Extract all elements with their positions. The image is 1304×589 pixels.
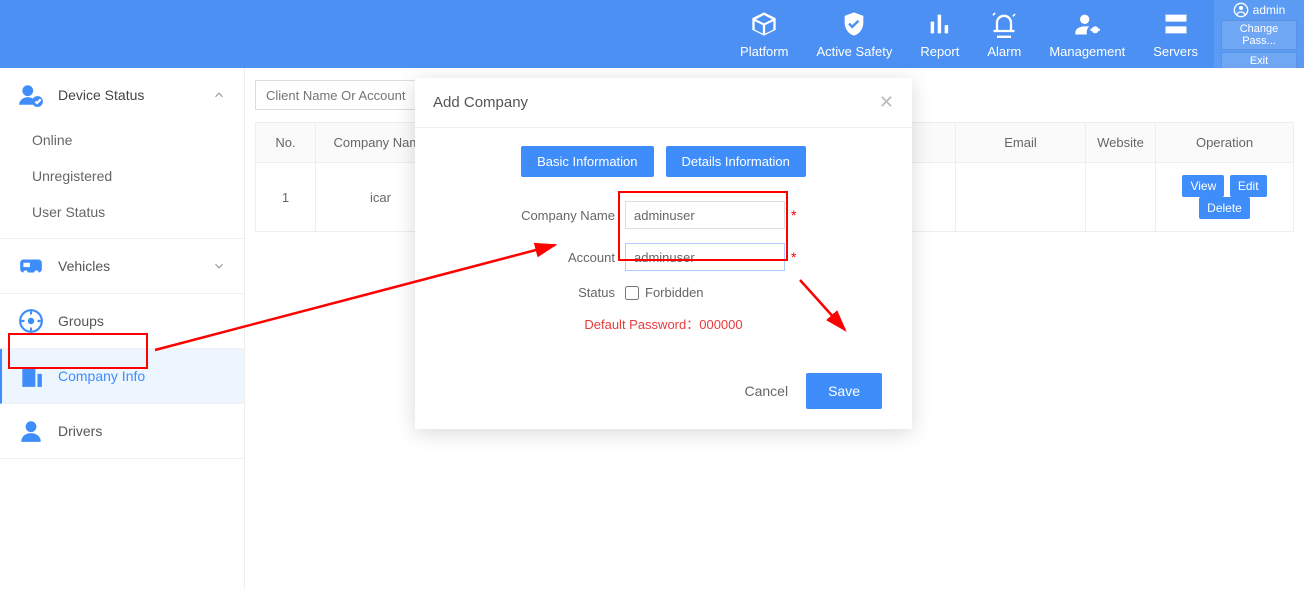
nav-label: Platform	[740, 44, 788, 59]
edit-button[interactable]: Edit	[1230, 175, 1267, 197]
device-status-subitems: Online Unregistered User Status	[0, 122, 244, 238]
chevron-up-icon	[212, 88, 226, 102]
sidebar-label: Groups	[58, 313, 104, 329]
row-status: Status Forbidden	[445, 285, 882, 300]
nav-servers[interactable]: Servers	[1153, 10, 1198, 59]
vehicle-icon	[18, 253, 44, 279]
box-icon	[750, 10, 778, 38]
checkbox-forbidden-wrap[interactable]: Forbidden	[625, 285, 704, 300]
driver-icon	[18, 418, 44, 444]
modal-title: Add Company	[433, 94, 528, 111]
modal-footer: Cancel Save	[415, 359, 912, 429]
nav-label: Report	[920, 44, 959, 59]
chart-icon	[926, 10, 954, 38]
nav-items: Platform Active Safety Report Alarm Mana…	[740, 10, 1198, 59]
nav-management[interactable]: Management	[1049, 10, 1125, 59]
search-input[interactable]	[255, 80, 420, 110]
row-account: Account *	[445, 243, 882, 271]
sidebar-item-groups[interactable]: Groups	[0, 294, 244, 349]
input-account[interactable]	[625, 243, 785, 271]
col-website: Website	[1086, 123, 1156, 163]
sidebar-label: Company Info	[58, 368, 145, 384]
required-marker: *	[791, 207, 796, 223]
cell-no: 1	[256, 163, 316, 232]
sidebar-item-unregistered[interactable]: Unregistered	[32, 158, 244, 194]
save-button[interactable]: Save	[806, 373, 882, 409]
row-company-name: Company Name *	[445, 201, 882, 229]
col-no: No.	[256, 123, 316, 163]
groups-icon	[18, 308, 44, 334]
label-forbidden: Forbidden	[645, 285, 704, 300]
username: admin	[1253, 3, 1286, 17]
chevron-down-icon	[212, 259, 226, 273]
modal-body: Basic Information Details Information Co…	[415, 128, 912, 359]
modal-tabs: Basic Information Details Information	[445, 146, 882, 177]
nav-active-safety[interactable]: Active Safety	[816, 10, 892, 59]
building-icon	[18, 363, 44, 389]
cell-operation: View Edit Delete	[1156, 163, 1294, 232]
nav-label: Management	[1049, 44, 1125, 59]
sidebar-label: Device Status	[58, 87, 144, 103]
sidebar-item-online[interactable]: Online	[32, 122, 244, 158]
device-status-icon	[18, 82, 44, 108]
nav-label: Alarm	[987, 44, 1021, 59]
cell-email	[956, 163, 1086, 232]
sidebar-item-drivers[interactable]: Drivers	[0, 404, 244, 459]
sidebar-label: Drivers	[58, 423, 102, 439]
nav-label: Servers	[1153, 44, 1198, 59]
label-account: Account	[445, 250, 625, 265]
input-company-name[interactable]	[625, 201, 785, 229]
default-password-text: Default Password：000000	[445, 314, 882, 333]
change-password-button[interactable]: Change Pass...	[1221, 20, 1297, 50]
alarm-icon	[990, 10, 1018, 38]
shield-icon	[840, 10, 868, 38]
sidebar-head-vehicles[interactable]: Vehicles	[0, 239, 244, 294]
col-email: Email	[956, 123, 1086, 163]
user-gear-icon	[1073, 10, 1101, 38]
sidebar-label: Vehicles	[58, 258, 110, 274]
nav-platform[interactable]: Platform	[740, 10, 788, 59]
delete-button[interactable]: Delete	[1199, 197, 1250, 219]
col-operation: Operation	[1156, 123, 1294, 163]
tab-details-info[interactable]: Details Information	[666, 146, 806, 177]
nav-alarm[interactable]: Alarm	[987, 10, 1021, 59]
tab-basic-info[interactable]: Basic Information	[521, 146, 653, 177]
add-company-modal: Add Company ✕ Basic Information Details …	[415, 78, 912, 429]
sidebar: Device Status Online Unregistered User S…	[0, 68, 245, 589]
server-icon	[1162, 10, 1190, 38]
sidebar-item-company-info[interactable]: Company Info	[0, 349, 244, 404]
close-icon[interactable]: ✕	[879, 92, 894, 113]
label-company-name: Company Name	[445, 208, 625, 223]
top-navigation: Platform Active Safety Report Alarm Mana…	[0, 0, 1304, 68]
cancel-button[interactable]: Cancel	[744, 383, 788, 399]
user-row[interactable]: admin	[1233, 2, 1286, 18]
user-panel: admin Change Pass... Exit	[1214, 0, 1304, 68]
view-button[interactable]: View	[1182, 175, 1224, 197]
sidebar-item-user-status[interactable]: User Status	[32, 194, 244, 230]
label-status: Status	[445, 285, 625, 300]
cell-website	[1086, 163, 1156, 232]
modal-header: Add Company ✕	[415, 78, 912, 128]
sidebar-group-device-status: Device Status Online Unregistered User S…	[0, 68, 244, 239]
required-marker: *	[791, 249, 796, 265]
nav-label: Active Safety	[816, 44, 892, 59]
user-icon	[1233, 2, 1249, 18]
nav-report[interactable]: Report	[920, 10, 959, 59]
checkbox-forbidden[interactable]	[625, 286, 639, 300]
sidebar-head-device-status[interactable]: Device Status	[0, 68, 244, 122]
